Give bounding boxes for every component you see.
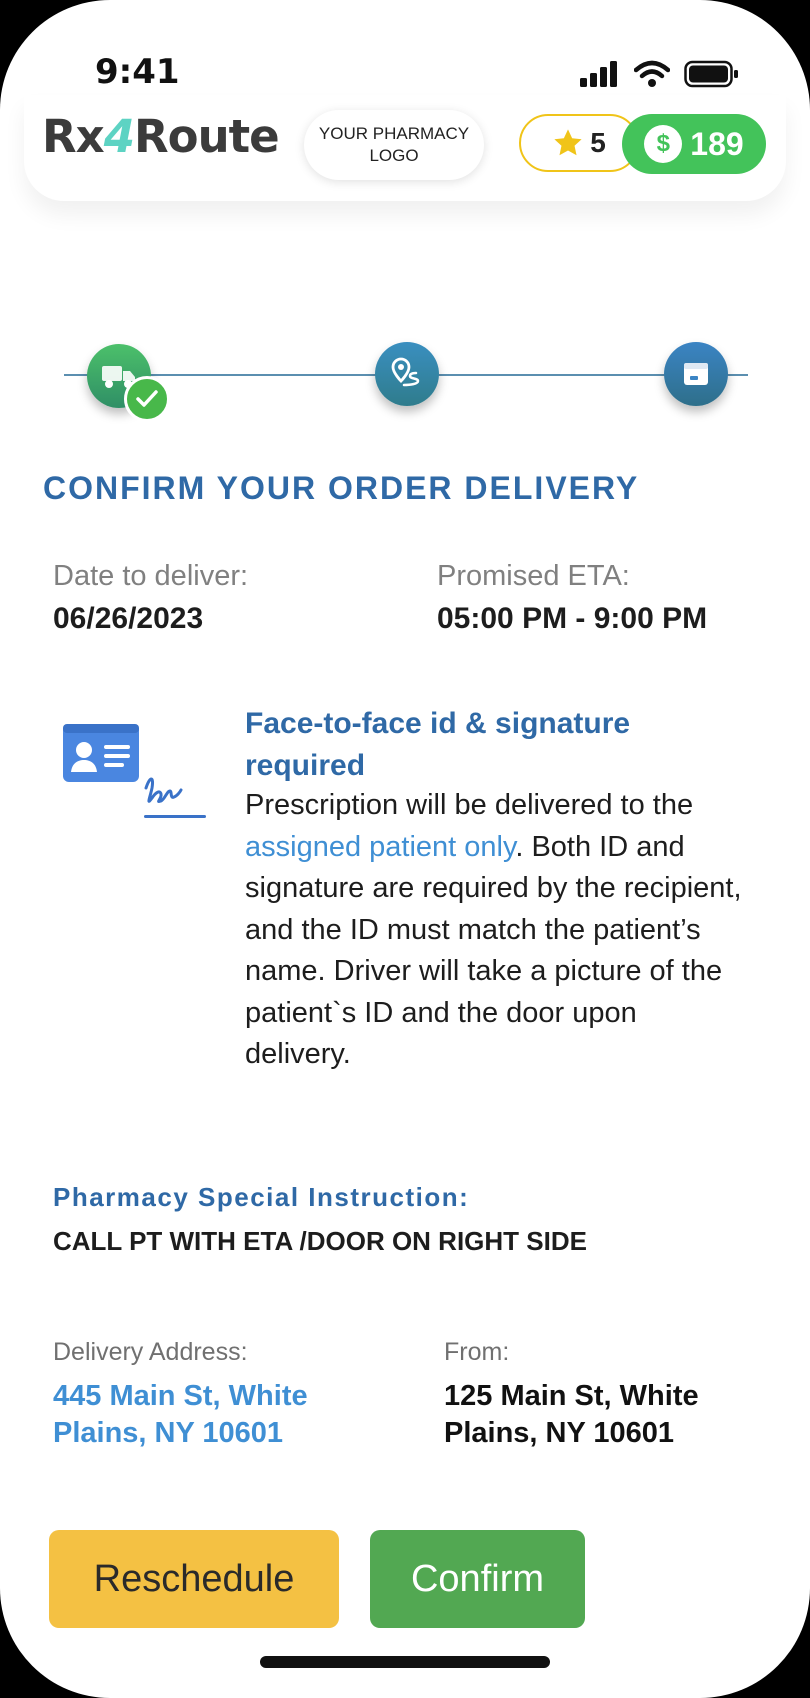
delivery-address-value[interactable]: 445 Main St, White Plains, NY 10601: [53, 1378, 353, 1452]
coins-value: 189: [690, 125, 744, 162]
eta-label: Promised ETA:: [437, 560, 630, 592]
rating-badge[interactable]: 5: [519, 114, 639, 172]
instruction-text: CALL PT WITH ETA /DOOR ON RIGHT SIDE: [53, 1226, 587, 1256]
date-label: Date to deliver:: [53, 560, 249, 592]
date-value: 06/26/2023: [53, 602, 204, 635]
brand-part-rx: Rx: [42, 110, 105, 163]
requirement-body: Prescription will be delivered to the as…: [245, 785, 745, 1076]
requirement-body-start: Prescription will be delivered to the: [245, 789, 694, 821]
assigned-patient-link[interactable]: assigned patient only: [245, 831, 515, 863]
dollar-coin-icon: $: [644, 125, 683, 163]
wifi-icon: [634, 60, 670, 87]
brand-part-route: Route: [134, 110, 280, 163]
pharmacy-logo: YOUR PHARMACY LOGO: [304, 110, 484, 180]
home-indicator[interactable]: [260, 1656, 550, 1668]
brand-part-4: 4: [103, 110, 135, 163]
delivery-address-label: Delivery Address:: [53, 1338, 248, 1366]
phone-screen: 9:41 Rx4Route YOUR PHARMACY LOGO 5 $ 189…: [0, 0, 810, 1698]
rating-value: 5: [590, 127, 606, 158]
step-route: [375, 342, 439, 406]
requirement-title: Face-to-face id & signature required: [245, 707, 631, 782]
requirement-body-end: . Both ID and signature are required by …: [245, 830, 742, 1071]
eta-value: 05:00 PM - 9:00 PM: [437, 602, 708, 635]
location-route-icon: [391, 357, 420, 387]
cellular-signal-icon: [580, 61, 617, 87]
reschedule-button[interactable]: Reschedule: [49, 1530, 339, 1628]
coins-badge[interactable]: $ 189: [622, 114, 766, 174]
step-complete-check-icon: [124, 376, 170, 422]
box-icon: [684, 363, 708, 385]
step-delivery: [664, 342, 728, 406]
from-address-value: 125 Main St, White Plains, NY 10601: [444, 1380, 699, 1449]
status-icons: [580, 60, 740, 88]
from-address-label: From:: [444, 1338, 510, 1366]
id-signature-icon: [63, 724, 206, 818]
instruction-label: Pharmacy Special Instruction:: [53, 1182, 470, 1212]
status-time: 9:41: [95, 52, 180, 92]
page-title: CONFIRM YOUR ORDER DELIVERY: [43, 470, 640, 506]
brand-logo: Rx4Route: [42, 110, 280, 163]
star-icon: [554, 129, 582, 156]
battery-icon: [684, 60, 738, 88]
confirm-button[interactable]: Confirm: [370, 1530, 585, 1628]
